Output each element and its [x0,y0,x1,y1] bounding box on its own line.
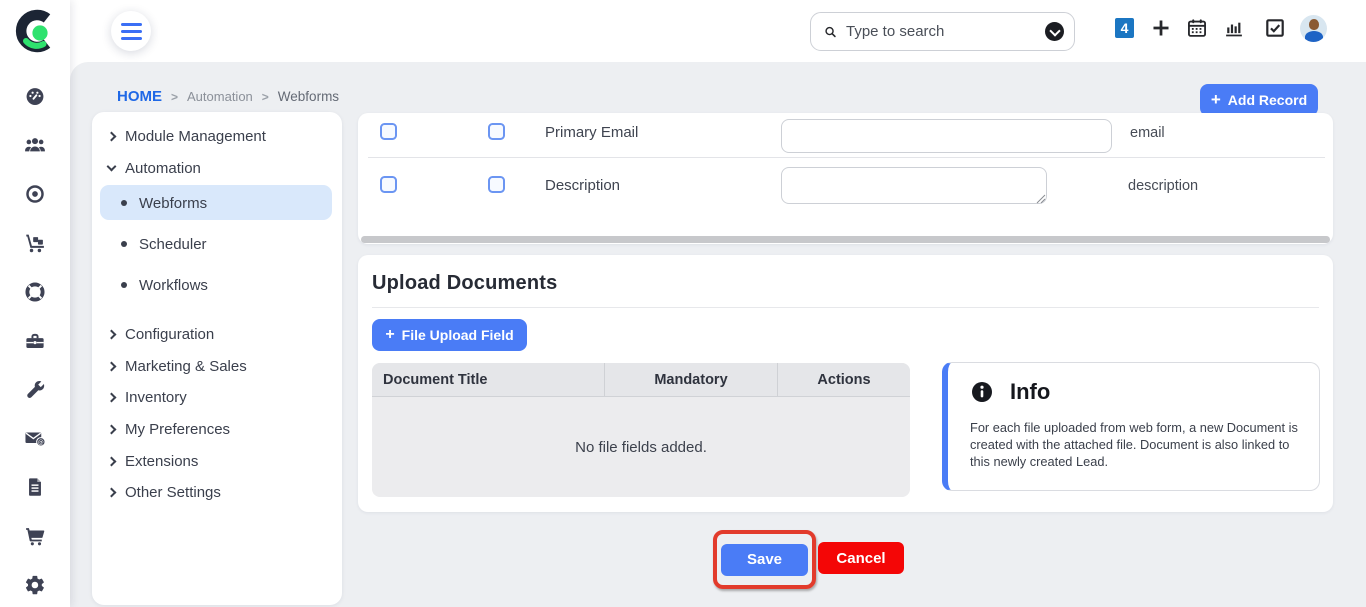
toolbox-icon[interactable] [24,330,46,352]
users-icon[interactable] [24,134,46,156]
section-divider [372,307,1319,308]
app-logo-icon[interactable] [13,9,57,53]
nav-item-scheduler[interactable]: Scheduler [92,229,342,259]
main-content: HOME > Automation > Webforms + Add Recor… [70,62,1366,607]
search-icon [823,22,838,42]
nav-item-webforms[interactable]: Webforms [92,188,342,218]
description-textarea[interactable] [781,167,1047,204]
dolly-icon[interactable] [24,232,46,254]
top-bar: 4 [70,0,1366,62]
chevron-right-icon [107,329,117,339]
nav-item-extensions[interactable]: Extensions [92,446,342,476]
cancel-button[interactable]: Cancel [818,542,904,574]
plus-icon: + [385,326,394,344]
column-document-title: Document Title [372,363,604,396]
wrench-icon[interactable] [24,379,46,401]
column-mandatory: Mandatory [604,363,778,396]
info-text: For each file uploaded from web form, a … [970,419,1306,470]
upload-documents-card: Upload Documents + File Upload Field Doc… [358,255,1333,512]
breadcrumb-separator: > [262,90,269,104]
row-divider [368,157,1325,158]
row1-mandatory-checkbox[interactable] [488,123,505,140]
nav-item-automation[interactable]: Automation [92,153,342,183]
chevron-right-icon [107,392,117,402]
dashboard-icon[interactable] [24,85,46,107]
row1-select-checkbox[interactable] [380,123,397,140]
bullet-icon [121,200,127,206]
target-icon[interactable] [24,183,46,205]
calendar-icon[interactable] [1186,17,1208,39]
life-ring-icon[interactable] [24,281,46,303]
save-button[interactable]: Save [721,544,808,576]
chevron-right-icon [107,131,117,141]
breadcrumb-automation: Automation [187,89,253,104]
field-label: Primary Email [545,124,638,141]
gear-icon[interactable] [24,574,46,596]
chevron-right-icon [107,487,117,497]
documents-table-header: Document Title Mandatory Actions [372,363,910,397]
nav-item-inventory[interactable]: Inventory [92,382,342,412]
chevron-down-icon [107,162,117,172]
notification-count-badge[interactable]: 4 [1115,18,1134,38]
svg-text:@: @ [38,440,44,446]
info-title: Info [1010,379,1050,405]
breadcrumb: HOME > Automation > Webforms [117,88,339,105]
info-panel: Info For each file uploaded from web for… [942,362,1320,491]
file-upload-field-button[interactable]: + File Upload Field [372,319,527,351]
icon-rail: @ [0,0,70,607]
breadcrumb-home-link[interactable]: HOME [117,88,162,105]
breadcrumb-separator: > [171,90,178,104]
chevron-right-icon [107,456,117,466]
hamburger-menu-button[interactable] [111,11,151,51]
add-record-button[interactable]: + Add Record [1200,84,1318,116]
nav-item-my-preferences[interactable]: My Preferences [92,414,342,444]
row2-select-checkbox[interactable] [380,176,397,193]
column-actions: Actions [778,363,910,396]
nav-item-workflows[interactable]: Workflows [92,270,342,300]
save-highlight-annotation: Save [713,530,816,589]
nav-item-configuration[interactable]: Configuration [92,319,342,349]
bullet-icon [121,282,127,288]
nav-item-other-settings[interactable]: Other Settings [92,477,342,507]
field-label: Description [545,177,620,194]
mail-at-icon[interactable]: @ [24,427,46,449]
app-window: @ 4 [0,0,1366,607]
quick-create-plus-icon[interactable] [1150,17,1172,39]
chevron-right-icon [107,424,117,434]
user-avatar[interactable] [1300,15,1327,42]
webform-fields-card: Primary Email email Description descript… [358,113,1333,244]
nav-item-marketing-sales[interactable]: Marketing & Sales [92,351,342,381]
search-scope-dropdown-icon[interactable] [1045,22,1064,41]
reports-chart-icon[interactable] [1223,17,1245,39]
field-name-helper: email [1130,125,1165,141]
cart-icon[interactable] [24,525,46,547]
search-input[interactable] [846,23,1045,40]
resize-grip-icon[interactable] [1036,194,1046,204]
settings-nav-menu: Module Management Automation Webforms Sc… [92,112,342,605]
tasks-checkbox-icon[interactable] [1264,17,1286,39]
empty-table-message: No file fields added. [372,397,910,497]
breadcrumb-webforms: Webforms [278,89,339,104]
horizontal-scrollbar[interactable] [361,236,1330,243]
field-name-helper: description [1128,178,1198,194]
nav-item-module-management[interactable]: Module Management [92,121,342,151]
global-search [810,12,1075,51]
documents-table: Document Title Mandatory Actions No file… [372,363,910,497]
upload-documents-title: Upload Documents [372,272,557,295]
plus-icon: + [1211,90,1221,110]
row2-mandatory-checkbox[interactable] [488,176,505,193]
bullet-icon [121,241,127,247]
invoice-icon[interactable] [24,476,46,498]
chevron-right-icon [107,361,117,371]
primary-email-input[interactable] [781,119,1112,153]
info-icon [970,380,994,404]
